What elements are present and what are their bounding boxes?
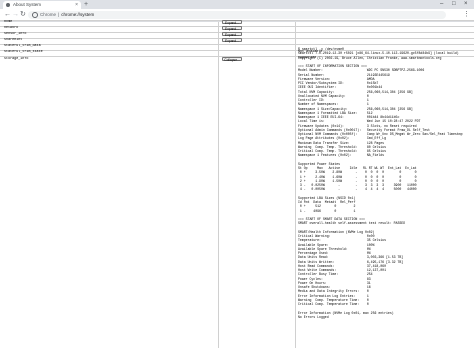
tab-about-system[interactable]: About System ×	[3, 1, 81, 9]
table-row: nvme Expand...	[0, 20, 474, 25]
column-divider	[218, 22, 219, 348]
tab-close-icon[interactable]: ×	[75, 1, 78, 9]
expand-button-sharehint[interactable]: Expand...	[222, 38, 242, 43]
row-name-sharehint: shareHint	[4, 38, 23, 42]
row-name-storage-info: storage_info	[4, 57, 29, 61]
row-name-sensor-info: sensor_info	[4, 32, 27, 36]
collapse-button-storage-info[interactable]: Collapse...	[222, 57, 242, 62]
log-line: smartctl 7.0-2019-12-30 r5021 [x86_64-li…	[298, 51, 459, 56]
row-name-network: network	[4, 26, 19, 30]
column-divider	[295, 22, 296, 348]
expand-button-network[interactable]: Expand...	[222, 26, 242, 31]
address-bar[interactable]: Chrome | chrome://system	[28, 11, 446, 19]
maximize-button[interactable]: □	[452, 0, 456, 9]
page-favicon-icon	[6, 3, 10, 7]
omnibox-url: chrome://system	[61, 12, 95, 17]
minimize-button[interactable]: –	[440, 0, 443, 9]
log-line: No Errors Logged	[298, 314, 329, 319]
new-tab-button[interactable]: +	[84, 0, 88, 9]
omnibox-scheme: Chrome	[40, 12, 57, 17]
table-row: shareHint Expand...	[0, 38, 474, 43]
table-row: sensor_info Expand...	[0, 32, 474, 37]
table-row: network Expand...	[0, 26, 474, 31]
storage-info-log: $ smartctl -x /dev/nvme0 smartctl 7.0-201…	[298, 47, 472, 346]
site-info-icon[interactable]	[32, 12, 38, 18]
row-name-stateful-trim-data: stateful_trim_data	[4, 44, 41, 48]
close-window-button[interactable]: ×	[464, 0, 468, 9]
row-name-nvme: nvme	[4, 20, 13, 24]
tab-title: About System	[13, 2, 42, 7]
expand-button-sensor-info[interactable]: Expand...	[222, 32, 242, 37]
tab-bar: About System × + – □ ×	[0, 0, 474, 9]
row-name-stateful-trim-state: stateful_trim_state	[4, 50, 43, 54]
expand-button-nvme[interactable]: Expand...	[222, 20, 242, 25]
omnibox-separator: |	[58, 12, 60, 17]
